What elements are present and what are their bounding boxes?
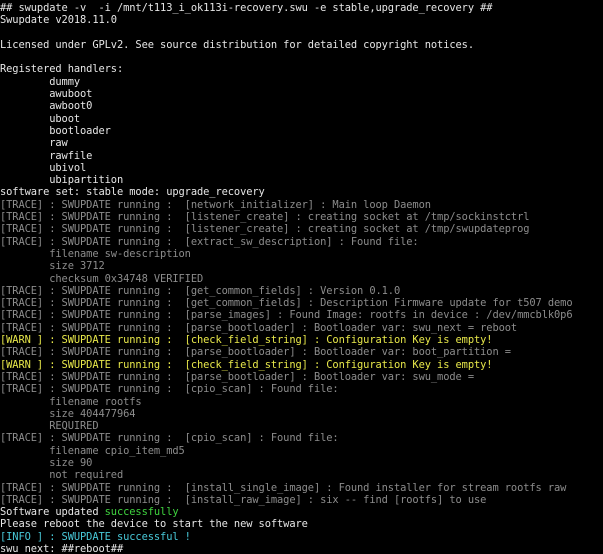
terminal-text: ubipartition (0, 174, 124, 187)
terminal-text: bootloader (0, 124, 111, 137)
terminal-text: checksum 0x34748 VERIFIED (0, 272, 204, 285)
terminal-text: Software updated (0, 506, 105, 519)
terminal-text: [WARN ] : SWUPDATE running : [check_fiel… (0, 358, 493, 371)
terminal-text: [TRACE] : SWUPDATE running : [cpio_scan]… (0, 383, 339, 396)
terminal-text: [TRACE] : SWUPDATE running : [get_common… (0, 297, 573, 310)
terminal-line: REQUIRED (0, 420, 603, 432)
terminal-line: [TRACE] : SWUPDATE running : [extract_sw… (0, 236, 603, 248)
terminal-text: [TRACE] : SWUPDATE running : [extract_sw… (0, 235, 419, 248)
terminal-text: [TRACE] : SWUPDATE running : [install_si… (0, 481, 567, 494)
terminal-line: dummy (0, 76, 603, 88)
terminal-text: [TRACE] : SWUPDATE running : [parse_boot… (0, 346, 511, 359)
terminal-line: [TRACE] : SWUPDATE running : [install_ra… (0, 494, 603, 506)
terminal-line: [TRACE] : SWUPDATE running : [cpio_scan]… (0, 383, 603, 395)
terminal-line: ## swupdate -v -i /mnt/t113_i_ok113i-rec… (0, 2, 603, 14)
terminal-line: size 90 (0, 457, 603, 469)
terminal-text: uboot (0, 112, 81, 125)
terminal-text: [TRACE] : SWUPDATE running : [listener_c… (0, 211, 530, 224)
terminal-text: software set: stable mode: upgrade_recov… (0, 186, 265, 199)
terminal-line: not required (0, 469, 603, 481)
terminal-line: [TRACE] : SWUPDATE running : [parse_boot… (0, 322, 603, 334)
terminal-text: awboot0 (0, 100, 93, 113)
terminal-line: [TRACE] : SWUPDATE running : [listener_c… (0, 223, 603, 235)
terminal-text: [INFO ] : SWUPDATE successful ! (0, 530, 191, 543)
terminal-text: [TRACE] : SWUPDATE running : [network_in… (0, 198, 431, 211)
terminal-text: swu_next: ##reboot## (0, 543, 124, 554)
terminal-line: [TRACE] : SWUPDATE running : [get_common… (0, 297, 603, 309)
terminal-text: raw (0, 137, 68, 150)
terminal-text: [TRACE] : SWUPDATE running : [parse_boot… (0, 370, 474, 383)
terminal-text: [TRACE] : SWUPDATE running : [parse_boot… (0, 321, 518, 334)
terminal-text: filename sw-description (0, 247, 191, 260)
terminal-line: [TRACE] : SWUPDATE running : [get_common… (0, 285, 603, 297)
terminal-line: size 3712 (0, 260, 603, 272)
terminal-text: [TRACE] : SWUPDATE running : [get_common… (0, 284, 401, 297)
terminal-line: software set: stable mode: upgrade_recov… (0, 186, 603, 198)
terminal-line: Registered handlers: (0, 63, 603, 75)
terminal-line: awboot0 (0, 100, 603, 112)
terminal-line: [WARN ] : SWUPDATE running : [check_fiel… (0, 359, 603, 371)
terminal-line: Please reboot the device to start the ne… (0, 518, 603, 530)
terminal-text: [TRACE] : SWUPDATE running : [parse_imag… (0, 309, 573, 322)
terminal-text: [TRACE] : SWUPDATE running : [install_ra… (0, 493, 487, 506)
terminal-text: rawfile (0, 149, 93, 162)
terminal-line: [INFO ] : SWUPDATE successful ! (0, 531, 603, 543)
terminal-line: Licensed under GPLv2. See source distrib… (0, 39, 603, 51)
terminal-line: checksum 0x34748 VERIFIED (0, 273, 603, 285)
terminal-line: awuboot (0, 88, 603, 100)
terminal-text: Please reboot the device to start the ne… (0, 518, 308, 531)
terminal-text: Registered handlers: (0, 63, 124, 76)
terminal-line: [TRACE] : SWUPDATE running : [parse_boot… (0, 371, 603, 383)
terminal-text: [WARN ] : SWUPDATE running : [check_fiel… (0, 334, 493, 347)
terminal-text: [TRACE] : SWUPDATE running : [listener_c… (0, 223, 530, 236)
terminal-text: filename cpio_item_md5 (0, 444, 185, 457)
terminal-line: ubivol (0, 162, 603, 174)
terminal-line: [WARN ] : SWUPDATE running : [check_fiel… (0, 334, 603, 346)
terminal-text: [TRACE] : SWUPDATE running : [cpio_scan]… (0, 432, 339, 445)
terminal-line: ubipartition (0, 174, 603, 186)
terminal-text: Swupdate v2018.11.0 (0, 14, 117, 27)
terminal-text: not required (0, 469, 124, 482)
terminal-line: swu_next: ##reboot## (0, 543, 603, 554)
terminal-line: rawfile (0, 150, 603, 162)
terminal-line: Swupdate v2018.11.0 (0, 14, 603, 26)
terminal-text: size 90 (0, 456, 93, 469)
terminal-line: [TRACE] : SWUPDATE running : [install_si… (0, 482, 603, 494)
terminal-text: Licensed under GPLv2. See source distrib… (0, 38, 474, 51)
terminal-line: [TRACE] : SWUPDATE running : [network_in… (0, 199, 603, 211)
terminal-line: raw (0, 137, 603, 149)
terminal-line: filename cpio_item_md5 (0, 445, 603, 457)
terminal-text: filename rootfs (0, 395, 142, 408)
terminal-line: [TRACE] : SWUPDATE running : [parse_imag… (0, 309, 603, 321)
terminal-line: [TRACE] : SWUPDATE running : [listener_c… (0, 211, 603, 223)
terminal-text: awuboot (0, 88, 93, 101)
terminal-text: dummy (0, 75, 81, 88)
terminal-line: size 404477964 (0, 408, 603, 420)
terminal-line: uboot (0, 113, 603, 125)
terminal-text: ubivol (0, 161, 87, 174)
terminal-text: REQUIRED (0, 420, 99, 433)
terminal-text: size 3712 (0, 260, 105, 273)
terminal-line: [TRACE] : SWUPDATE running : [cpio_scan]… (0, 432, 603, 444)
terminal-line: bootloader (0, 125, 603, 137)
terminal-text: ## swupdate -v -i /mnt/t113_i_ok113i-rec… (0, 2, 493, 14)
terminal-line: filename sw-description (0, 248, 603, 260)
terminal-text: size 404477964 (0, 407, 136, 420)
terminal-line: Software updated successfully (0, 506, 603, 518)
terminal-text: successfully (104, 506, 179, 519)
terminal-line: [TRACE] : SWUPDATE running : [parse_boot… (0, 346, 603, 358)
terminal-window[interactable]: ## swupdate -v -i /mnt/t113_i_ok113i-rec… (0, 0, 603, 554)
terminal-line: filename rootfs (0, 396, 603, 408)
